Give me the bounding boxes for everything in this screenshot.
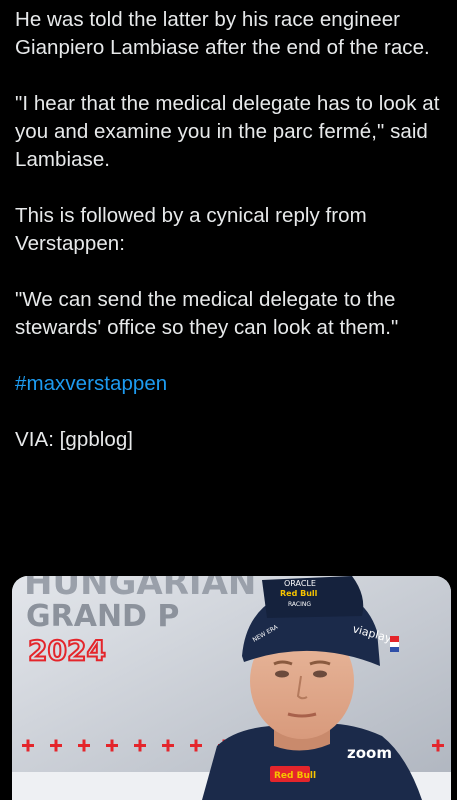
press-conference-photo: HUNGARIAN GRAND P 2024 Red Bull zoom ORA… xyxy=(12,576,451,800)
cap-brand-3: RACING xyxy=(288,601,311,608)
hashtag-link[interactable]: #maxverstappen xyxy=(15,372,167,395)
tweet-media-image[interactable]: HUNGARIAN GRAND P 2024 Red Bull zoom ORA… xyxy=(12,576,451,800)
tweet-paragraph-1: He was told the latter by his race engin… xyxy=(15,8,430,59)
backdrop-text-2: GRAND P xyxy=(26,599,179,634)
tweet-paragraph-3: This is followed by a cynical reply from… xyxy=(15,204,367,255)
tweet-text: He was told the latter by his race engin… xyxy=(15,6,445,482)
backdrop-text-3: 2024 xyxy=(28,634,106,667)
shirt-logo-text: Red Bull xyxy=(274,771,316,781)
shirt-sponsor-text: zoom xyxy=(347,744,392,762)
tweet-paragraph-2: "I hear that the medical delegate has to… xyxy=(15,92,440,171)
cap-brand-2: Red Bull xyxy=(280,589,318,598)
tweet-paragraph-4: "We can send the medical delegate to the… xyxy=(15,288,399,339)
tweet-source: VIA: [gpblog] xyxy=(15,428,134,451)
cap-brand-1: ORACLE xyxy=(284,579,316,588)
